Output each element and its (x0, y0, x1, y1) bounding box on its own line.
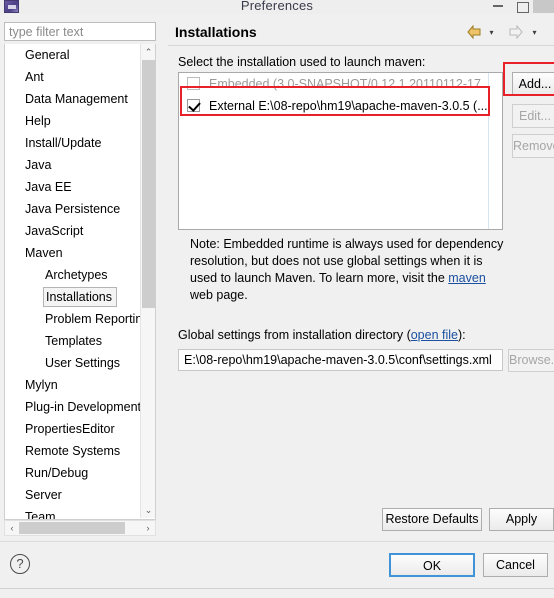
sidebar-item-help[interactable]: Help (5, 110, 155, 132)
cancel-button[interactable]: Cancel (483, 553, 548, 577)
installations-list[interactable]: Embedded (3.0-SNAPSHOT/0.12.1.20110112-1… (178, 72, 503, 230)
gs-label-after: ): (458, 328, 466, 342)
sidebar-item-remote-systems[interactable]: Remote Systems (5, 440, 155, 462)
sidebar-item-java-persistence[interactable]: Java Persistence (5, 198, 155, 220)
sidebar-item-label: Plug-in Development (25, 400, 142, 414)
sidebar-item-label: Maven (25, 246, 63, 260)
sidebar-item-propertieseditor[interactable]: PropertiesEditor (5, 418, 155, 440)
tree-vertical-scrollbar[interactable]: ⌃ ⌄ (140, 44, 155, 518)
preferences-tree[interactable]: General Ant Data Management Help Install/Upd… (4, 44, 156, 520)
list-item[interactable]: External E:\08-repo\hm19\apache-maven-3.… (179, 95, 502, 117)
divider (168, 45, 554, 46)
sidebar-item-general[interactable]: General (5, 44, 155, 66)
back-arrow-icon[interactable] (466, 25, 482, 39)
scroll-down-icon[interactable]: ⌄ (141, 502, 155, 518)
sidebar-item-label: JavaScript (25, 224, 84, 238)
back-dropdown-icon[interactable]: ▾ (487, 25, 496, 39)
global-settings-label: Global settings from installation direct… (178, 328, 466, 342)
browse-button: Browse... (508, 349, 554, 372)
sidebar-item-label: Help (25, 114, 51, 128)
scroll-right-icon[interactable]: › (141, 521, 155, 535)
add-button[interactable]: Add... (512, 72, 554, 96)
sidebar-item-plug-in-development[interactable]: Plug-in Development (5, 396, 155, 418)
sidebar-item-ant[interactable]: Ant (5, 66, 155, 88)
sidebar-item-user-settings[interactable]: User Settings (5, 352, 155, 374)
sidebar-item-data-management[interactable]: Data Management (5, 88, 155, 110)
help-icon[interactable]: ? (10, 554, 30, 574)
installation-label: External E:\08-repo\hm19\apache-maven-3.… (209, 99, 488, 113)
sidebar-item-server[interactable]: Server (5, 484, 155, 506)
close-icon[interactable] (533, 0, 554, 13)
maximize-icon[interactable] (511, 0, 533, 13)
sidebar-item-team[interactable]: Team (5, 506, 155, 520)
remove-button: Remove (512, 134, 554, 158)
scrollbar-thumb-horizontal[interactable] (19, 522, 125, 534)
tree-item-list: General Ant Data Management Help Install/Upd… (5, 44, 155, 520)
sidebar-item-label: Team (25, 510, 56, 520)
sidebar-item-installations[interactable]: Installations (5, 286, 155, 308)
scroll-left-icon[interactable]: ‹ (5, 521, 19, 535)
note-part2: web page. (190, 288, 248, 302)
scrollbar-thumb[interactable] (142, 60, 155, 308)
sidebar-item-templates[interactable]: Templates (5, 330, 155, 352)
sidebar-item-label: Install/Update (25, 136, 102, 150)
sidebar-item-javascript[interactable]: JavaScript (5, 220, 155, 242)
apply-button[interactable]: Apply (489, 508, 554, 531)
sidebar-item-label: Java Persistence (25, 202, 121, 216)
forward-arrow-icon (508, 25, 524, 39)
sidebar-item-label: Archetypes (45, 268, 108, 282)
open-file-link[interactable]: open file (411, 328, 458, 342)
sidebar-item-label: Remote Systems (25, 444, 121, 458)
divider (0, 588, 554, 589)
window-title: Preferences (240, 0, 314, 13)
sidebar-item-label: PropertiesEditor (25, 422, 115, 436)
sidebar-item-java-ee[interactable]: Java EE (5, 176, 155, 198)
restore-defaults-button[interactable]: Restore Defaults (382, 508, 482, 531)
sidebar-item-label: User Settings (45, 356, 121, 370)
checkbox-icon[interactable] (187, 99, 200, 112)
installation-label: Embedded (3.0-SNAPSHOT/0.12.1.20110112-1… (209, 77, 492, 91)
checkbox-icon[interactable] (187, 77, 200, 90)
preferences-dialog: Preferences type filter text General Ant D… (0, 0, 554, 598)
list-item[interactable]: Embedded (3.0-SNAPSHOT/0.12.1.20110112-1… (179, 73, 502, 95)
sidebar-item-label: Installations (43, 287, 118, 307)
sidebar-item-label: General (25, 48, 70, 62)
global-settings-input[interactable]: E:\08-repo\hm19\apache-maven-3.0.5\conf\… (178, 349, 503, 371)
edit-button: Edit... (512, 104, 554, 128)
sidebar-item-archetypes[interactable]: Archetypes (5, 264, 155, 286)
gs-label-before: Global settings from installation direct… (178, 328, 411, 342)
sidebar-item-label: Run/Debug (25, 466, 89, 480)
sidebar-item-mylyn[interactable]: Mylyn (5, 374, 155, 396)
sidebar-item-maven[interactable]: Maven (5, 242, 155, 264)
sidebar-item-problem-reporting[interactable]: Problem Reporting (5, 308, 155, 330)
title-bar: Preferences (0, 0, 554, 14)
sidebar-item-java[interactable]: Java (5, 154, 155, 176)
scroll-up-icon[interactable]: ⌃ (141, 44, 155, 60)
note-text: Note: Embedded runtime is always used fo… (190, 236, 508, 304)
sidebar-item-run-debug[interactable]: Run/Debug (5, 462, 155, 484)
list-vertical-scrollbar[interactable] (488, 73, 502, 229)
tree-horizontal-scrollbar[interactable]: ‹ › (4, 520, 156, 536)
installation-rows: Embedded (3.0-SNAPSHOT/0.12.1.20110112-1… (179, 73, 502, 117)
sidebar-item-install-update[interactable]: Install/Update (5, 132, 155, 154)
minimize-icon[interactable] (487, 0, 509, 13)
sidebar-item-label: Server (25, 488, 62, 502)
sidebar-item-label: Java (25, 158, 52, 172)
forward-dropdown-icon[interactable]: ▾ (530, 25, 539, 39)
sidebar-item-label: Problem Reporting (45, 312, 150, 326)
installations-label: Select the installation used to launch m… (178, 55, 426, 69)
sidebar-item-label: Java EE (25, 180, 72, 194)
sidebar-item-label: Ant (25, 70, 44, 84)
sidebar-item-label: Data Management (25, 92, 128, 106)
maven-link[interactable]: maven (448, 271, 486, 285)
sidebar-item-label: Mylyn (25, 378, 58, 392)
search-input[interactable]: type filter text (4, 22, 156, 41)
divider (0, 541, 554, 542)
sidebar-item-label: Templates (45, 334, 102, 348)
ok-button[interactable]: OK (389, 553, 475, 577)
page-title: Installations (175, 24, 257, 40)
